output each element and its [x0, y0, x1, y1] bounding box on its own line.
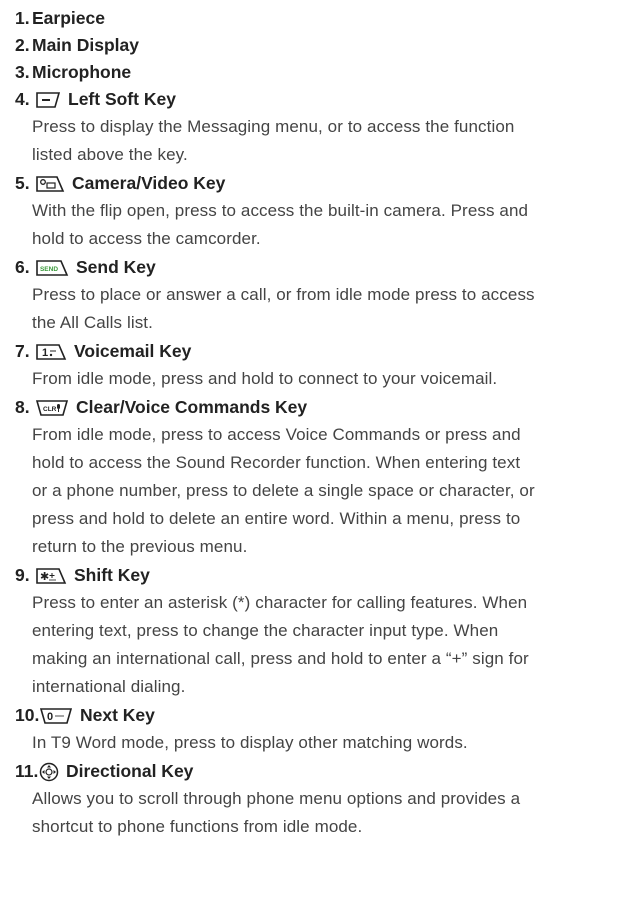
description-line: From idle mode, press and hold to connec… [32, 369, 498, 388]
item-title: 10. 0 Next Key [15, 702, 615, 729]
list-item-camera-key: 5. Camera/Video Key With the flip open, … [15, 170, 615, 254]
list-item-left-soft-key: 4. Left Soft Key Press to display the Me… [15, 86, 615, 170]
item-number: 2. [15, 35, 30, 55]
description-line: hold to access the camcorder. [32, 229, 261, 248]
voicemail-key-icon: 1 [35, 343, 67, 361]
clear-key-icon-text: CLR [43, 406, 57, 413]
list-item-voicemail-key: 7. 1 Voicemail Key From idle mode, press… [15, 338, 615, 394]
item-title-text: Clear/Voice Commands Key [76, 397, 308, 417]
item-number: 4. [15, 89, 30, 109]
item-number: 3. [15, 62, 30, 82]
list-item-main-display: 2. Main Display [15, 32, 615, 59]
item-title: 8. CLR Clear/Voice Commands Key [15, 394, 615, 421]
item-title: 4. Left Soft Key [15, 86, 615, 113]
description-line: entering text, press to change the chara… [32, 621, 499, 640]
item-title-text: Next Key [80, 705, 155, 725]
directional-key-icon [39, 762, 59, 782]
send-key-icon-text: SEND [40, 266, 58, 273]
item-description: From idle mode, press to access Voice Co… [32, 421, 615, 562]
left-soft-key-icon [35, 91, 61, 109]
item-number: 9. [15, 565, 30, 585]
item-number: 11. [15, 761, 39, 781]
item-title: 7. 1 Voicemail Key [15, 338, 615, 365]
shift-key-icon-text: ✱ [40, 570, 49, 583]
description-line: the All Calls list. [32, 313, 153, 332]
description-line: Press to place or answer a call, or from… [32, 285, 535, 304]
description-line: Press to enter an asterisk (*) character… [32, 593, 528, 612]
item-description: Allows you to scroll through phone menu … [32, 785, 615, 842]
description-line: press and hold to delete an entire word.… [32, 509, 521, 528]
item-number: 6. [15, 257, 30, 277]
item-title: 6. SEND Send Key [15, 254, 615, 281]
item-number: 7. [15, 341, 30, 361]
clear-key-icon: CLR [35, 399, 69, 417]
next-key-icon: 0 [39, 707, 73, 725]
item-number: 1. [15, 8, 30, 28]
item-title-text: Directional Key [66, 761, 194, 781]
send-key-icon: SEND [35, 259, 69, 277]
description-line: shortcut to phone functions from idle mo… [32, 817, 363, 836]
item-title: 3. Microphone [15, 59, 615, 86]
item-title-text: Voicemail Key [74, 341, 192, 361]
item-description: From idle mode, press and hold to connec… [32, 365, 615, 394]
item-title-text: Shift Key [74, 565, 150, 585]
item-description: Press to enter an asterisk (*) character… [32, 589, 615, 702]
description-line: Allows you to scroll through phone menu … [32, 789, 521, 808]
item-title-text: Microphone [32, 62, 132, 82]
item-title-text: Send Key [76, 257, 156, 277]
list-item-earpiece: 1. Earpiece [15, 5, 615, 32]
item-title-text: Earpiece [32, 8, 105, 28]
item-title: 5. Camera/Video Key [15, 170, 615, 197]
description-line: With the flip open, press to access the … [32, 201, 529, 220]
description-line: From idle mode, press to access Voice Co… [32, 425, 521, 444]
item-title: 11. Directional Key [15, 758, 615, 785]
item-description: With the flip open, press to access the … [32, 197, 615, 254]
list-item-next-key: 10. 0 Next Key In T9 Word mode, press to… [15, 702, 615, 758]
item-number: 5. [15, 173, 30, 193]
item-title: 9. ✱ Shift Key [15, 562, 615, 589]
list-item-directional-key: 11. Directional Key Allows you to scroll… [15, 758, 615, 842]
shift-key-icon: ✱ [35, 567, 67, 585]
item-description: Press to place or answer a call, or from… [32, 281, 615, 338]
description-line: making an international call, press and … [32, 649, 529, 668]
description-line: listed above the key. [32, 145, 188, 164]
description-line: Press to display the Messaging menu, or … [32, 117, 515, 136]
list-item-clear-key: 8. CLR Clear/Voice Commands Key From idl… [15, 394, 615, 562]
voicemail-key-icon-text: 1 [42, 347, 48, 359]
description-line: international dialing. [32, 677, 186, 696]
key-list: 1. Earpiece 2. Main Display 3. Microphon… [15, 5, 615, 842]
item-number: 8. [15, 397, 30, 417]
item-number: 10. [15, 705, 40, 725]
description-line: or a phone number, press to delete a sin… [32, 481, 535, 500]
item-description: In T9 Word mode, press to display other … [32, 729, 615, 758]
list-item-shift-key: 9. ✱ Shift Key Press to enter an asteris… [15, 562, 615, 702]
description-line: In T9 Word mode, press to display other … [32, 733, 468, 752]
item-description: Press to display the Messaging menu, or … [32, 113, 615, 170]
camera-key-icon [35, 175, 65, 193]
item-title: 1. Earpiece [15, 5, 615, 32]
list-item-microphone: 3. Microphone [15, 59, 615, 86]
item-title-text: Main Display [32, 35, 139, 55]
item-title-text: Camera/Video Key [72, 173, 226, 193]
list-item-send-key: 6. SEND Send Key Press to place or answe… [15, 254, 615, 338]
next-key-icon-text: 0 [47, 711, 53, 723]
description-line: hold to access the Sound Recorder functi… [32, 453, 521, 472]
item-title-text: Left Soft Key [68, 89, 176, 109]
description-line: return to the previous menu. [32, 537, 248, 556]
item-title: 2. Main Display [15, 32, 615, 59]
